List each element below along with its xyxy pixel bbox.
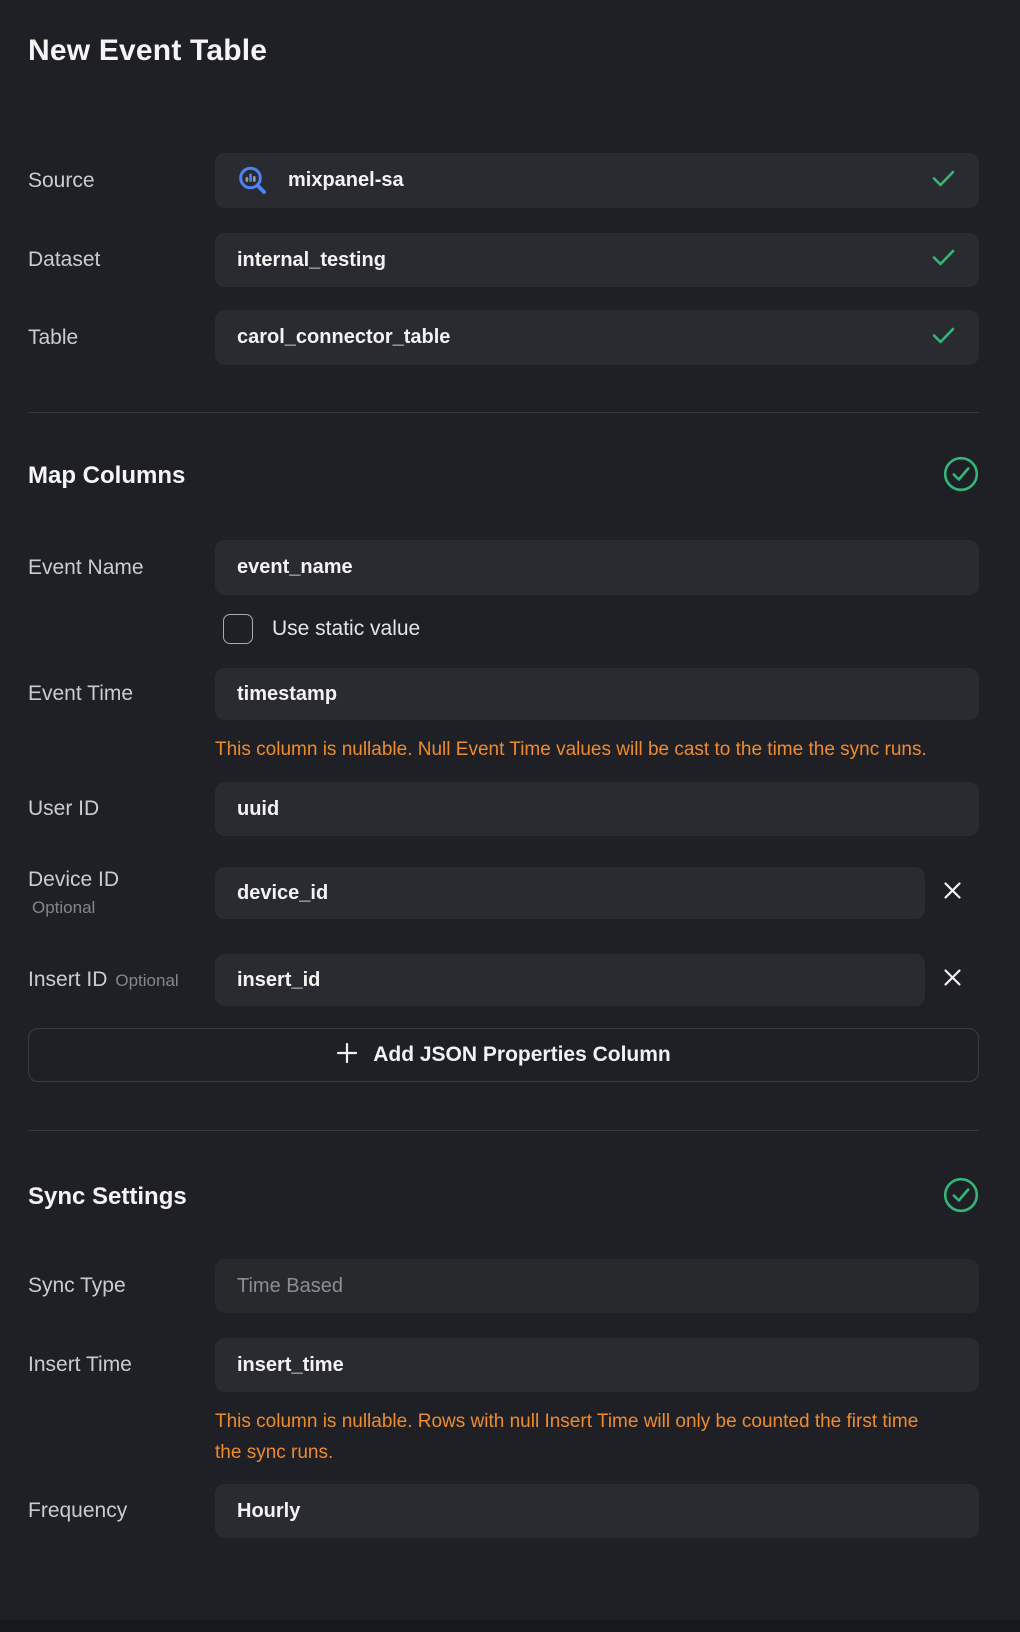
source-valid-check-icon xyxy=(932,170,955,192)
insert-id-field[interactable]: insert_id xyxy=(215,954,925,1006)
section-divider xyxy=(28,1130,979,1131)
page-title: New Event Table xyxy=(28,33,979,69)
static-value-row: Use static value xyxy=(223,613,979,645)
device-id-value: device_id xyxy=(237,882,328,905)
event-time-warning: This column is nullable. Null Event Time… xyxy=(215,734,930,765)
device-id-label: Device ID xyxy=(28,868,119,891)
insert-id-remove-button[interactable] xyxy=(925,954,979,1006)
user-id-row: User ID uuid xyxy=(28,782,979,836)
dataset-row: Dataset internal_testing xyxy=(28,233,979,287)
source-row: Source mixpanel-sa xyxy=(28,153,979,208)
source-value: mixpanel-sa xyxy=(288,169,404,192)
table-field[interactable]: carol_connector_table xyxy=(215,310,979,365)
add-json-properties-button[interactable]: Add JSON Properties Column xyxy=(28,1028,979,1082)
frequency-field[interactable]: Hourly xyxy=(215,1484,979,1538)
plus-icon xyxy=(336,1042,358,1069)
event-time-label: Event Time xyxy=(28,682,133,705)
device-id-remove-button[interactable] xyxy=(925,867,979,919)
table-valid-check-icon xyxy=(932,327,955,349)
insert-time-value: insert_time xyxy=(237,1354,344,1377)
section-divider xyxy=(28,412,979,413)
sync-settings-header: Sync Settings xyxy=(28,1179,979,1215)
device-id-optional-label: Optional xyxy=(32,898,215,918)
map-columns-header: Map Columns xyxy=(28,458,979,494)
event-time-field[interactable]: timestamp xyxy=(215,668,979,720)
insert-id-value: insert_id xyxy=(237,969,320,992)
add-json-properties-label: Add JSON Properties Column xyxy=(373,1043,671,1067)
sync-settings-check-circle-icon xyxy=(943,1177,979,1218)
sync-type-value: Time Based xyxy=(237,1275,343,1298)
x-close-icon xyxy=(942,967,963,993)
event-time-row: Event Time timestamp xyxy=(28,668,979,720)
source-logo-icon xyxy=(237,165,268,196)
dataset-value: internal_testing xyxy=(237,249,386,272)
user-id-field[interactable]: uuid xyxy=(215,782,979,836)
use-static-value-label: Use static value xyxy=(272,617,420,641)
device-id-field[interactable]: device_id xyxy=(215,867,925,919)
sync-type-row: Sync Type Time Based xyxy=(28,1259,979,1313)
table-value: carol_connector_table xyxy=(237,326,450,349)
table-label: Table xyxy=(28,326,78,349)
frequency-label: Frequency xyxy=(28,1499,127,1522)
bottom-edge xyxy=(0,1620,1020,1632)
user-id-label: User ID xyxy=(28,797,99,820)
x-close-icon xyxy=(942,880,963,906)
event-name-field[interactable]: event_name xyxy=(215,540,979,595)
event-name-label: Event Name xyxy=(28,556,144,579)
source-label: Source xyxy=(28,169,95,192)
dataset-label: Dataset xyxy=(28,248,100,271)
insert-time-warning: This column is nullable. Rows with null … xyxy=(215,1406,930,1468)
new-event-table-form: New Event Table Source mixpanel-sa xyxy=(0,0,1020,1632)
map-columns-title: Map Columns xyxy=(28,462,185,490)
source-field[interactable]: mixpanel-sa xyxy=(215,153,979,208)
sync-type-label: Sync Type xyxy=(28,1274,126,1297)
dataset-valid-check-icon xyxy=(932,249,955,271)
frequency-row: Frequency Hourly xyxy=(28,1484,979,1538)
sync-settings-title: Sync Settings xyxy=(28,1183,187,1211)
insert-id-label: Insert ID xyxy=(28,968,107,991)
user-id-value: uuid xyxy=(237,798,279,821)
insert-time-label: Insert Time xyxy=(28,1353,132,1376)
device-id-row: Device ID Optional device_id xyxy=(28,867,979,919)
map-columns-check-circle-icon xyxy=(943,456,979,497)
sync-type-field: Time Based xyxy=(215,1259,979,1313)
event-time-value: timestamp xyxy=(237,683,337,706)
insert-time-row: Insert Time insert_time xyxy=(28,1338,979,1392)
use-static-value-checkbox[interactable] xyxy=(223,614,253,644)
event-name-value: event_name xyxy=(237,556,353,579)
insert-time-field[interactable]: insert_time xyxy=(215,1338,979,1392)
dataset-field[interactable]: internal_testing xyxy=(215,233,979,287)
insert-id-optional-label: Optional xyxy=(115,971,178,990)
table-row: Table carol_connector_table xyxy=(28,310,979,365)
frequency-value: Hourly xyxy=(237,1500,300,1523)
event-name-row: Event Name event_name xyxy=(28,540,979,595)
insert-id-row: Insert ID Optional insert_id xyxy=(28,954,979,1006)
